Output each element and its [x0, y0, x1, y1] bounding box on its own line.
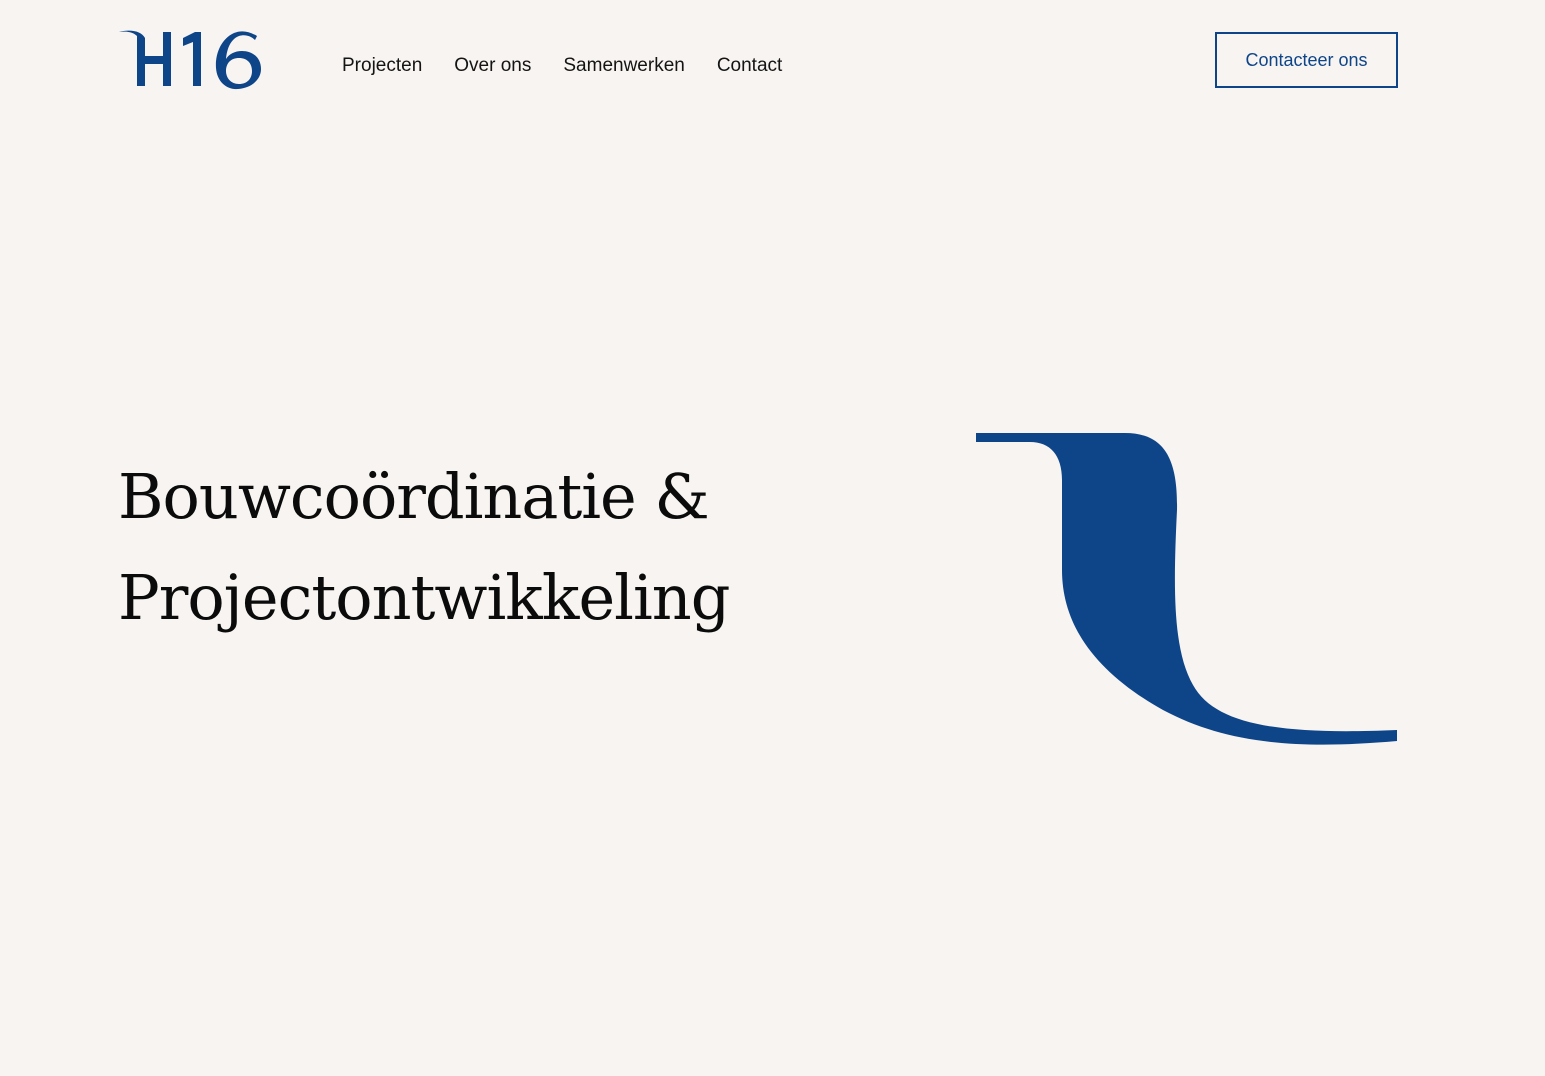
site-header: Projecten Over ons Samenwerken Contact C…	[0, 0, 1545, 130]
nav-item-over-ons[interactable]: Over ons	[454, 53, 531, 79]
nav-item-samenwerken[interactable]: Samenwerken	[563, 53, 684, 79]
h16-logo-icon	[119, 30, 261, 90]
logo-link[interactable]	[117, 28, 267, 94]
nav-item-contact[interactable]: Contact	[717, 53, 782, 79]
nav-item-projecten[interactable]: Projecten	[342, 53, 422, 79]
main-nav: Projecten Over ons Samenwerken Contact	[342, 53, 782, 79]
hero-title: Bouwcoördinatie & Projectontwikkeling	[118, 446, 730, 648]
decorative-curve-shape	[976, 433, 1397, 745]
hero-title-line-1: Bouwcoördinatie &	[118, 460, 710, 533]
hero-title-line-2: Projectontwikkeling	[118, 561, 730, 634]
contact-button[interactable]: Contacteer ons	[1215, 32, 1398, 88]
